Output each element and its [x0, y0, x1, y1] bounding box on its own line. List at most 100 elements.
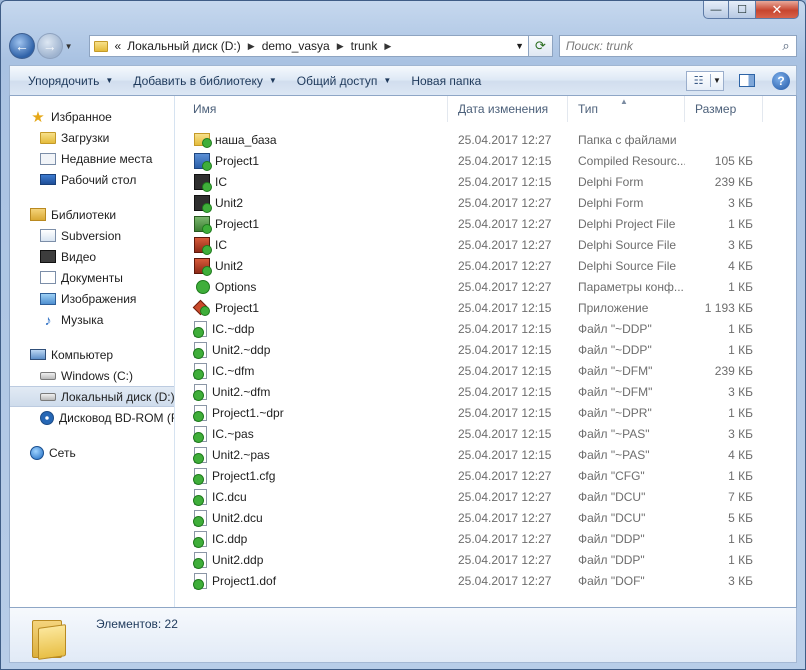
file-name-cell[interactable]: Unit2: [175, 257, 448, 276]
table-row[interactable]: Unit2 25.04.2017 12:27 Delphi Source File 4…: [175, 255, 796, 276]
table-row[interactable]: Project1.dof 25.04.2017 12:27 Файл "DOF" 3 …: [175, 570, 796, 591]
windows-drive-icon: [40, 371, 56, 380]
documents-library-icon: [40, 271, 56, 284]
forward-button[interactable]: →: [36, 33, 63, 59]
recent-pages-dropdown[interactable]: ▼: [65, 42, 79, 51]
table-row[interactable]: IC.~pas 25.04.2017 12:15 Файл "~PAS" 3 КБ: [175, 423, 796, 444]
file-name-cell[interactable]: наша_база: [175, 133, 448, 148]
file-name-cell[interactable]: IC.dcu: [175, 488, 448, 506]
help-button[interactable]: ?: [770, 71, 796, 91]
file-name-cell[interactable]: IC.ddp: [175, 530, 448, 548]
chevron-down-icon[interactable]: ▼: [711, 76, 723, 85]
table-row[interactable]: IC 25.04.2017 12:27 Delphi Source File 3 КБ: [175, 234, 796, 255]
organize-button[interactable]: Упорядочить ▼: [18, 66, 123, 95]
table-row[interactable]: Project1.~dpr 25.04.2017 12:15 Файл "~DPR"…: [175, 402, 796, 423]
file-name-cell[interactable]: Project1: [175, 215, 448, 234]
nav-item-pictures[interactable]: Изображения: [10, 288, 174, 309]
table-row[interactable]: Project1.cfg 25.04.2017 12:27 Файл "CFG" 1 …: [175, 465, 796, 486]
nav-item-video[interactable]: Видео: [10, 246, 174, 267]
nav-libraries[interactable]: Библиотеки: [10, 204, 174, 225]
column-header-date[interactable]: Дата изменения: [448, 96, 568, 122]
file-name-cell[interactable]: IC: [175, 173, 448, 192]
table-row[interactable]: Project1 25.04.2017 12:15 Приложение 1 193 …: [175, 297, 796, 318]
file-type: Файл "~PAS": [578, 426, 650, 441]
share-button[interactable]: Общий доступ ▼: [287, 66, 402, 95]
nav-computer[interactable]: Компьютер: [10, 344, 174, 365]
table-row[interactable]: Unit2.ddp 25.04.2017 12:27 Файл "DDP" 1 КБ: [175, 549, 796, 570]
nav-network[interactable]: Сеть: [10, 442, 174, 463]
file-list: Имя Дата изменения ▲ Тип Размер наша_баз…: [175, 96, 796, 607]
table-row[interactable]: Unit2.~ddp 25.04.2017 12:15 Файл "~DDP" 1 К…: [175, 339, 796, 360]
breadcrumb-segment[interactable]: Локальный диск (D:): [124, 36, 244, 56]
file-name-cell[interactable]: IC.~pas: [175, 425, 448, 443]
file-date: 25.04.2017 12:15: [458, 153, 552, 168]
file-name-cell[interactable]: IC.~ddp: [175, 320, 448, 338]
nav-item-subversion[interactable]: Subversion: [10, 225, 174, 246]
nav-item-downloads[interactable]: Загрузки: [10, 127, 174, 148]
table-row[interactable]: Project1 25.04.2017 12:15 Compiled Resourc…: [175, 150, 796, 171]
file-name-cell[interactable]: Unit2.dcu: [175, 509, 448, 527]
file-name-cell[interactable]: Project1.dof: [175, 572, 448, 590]
search-input[interactable]: [565, 39, 776, 53]
maximize-button[interactable]: ☐: [729, 1, 755, 19]
breadcrumb-chevron-icon[interactable]: ▶: [244, 41, 259, 52]
file-name-cell[interactable]: Unit2: [175, 194, 448, 213]
file-size: 1 КБ: [728, 321, 753, 336]
breadcrumb-segment[interactable]: demo_vasya: [259, 36, 333, 56]
column-header-type[interactable]: ▲ Тип: [568, 96, 685, 122]
file-name-cell[interactable]: IC: [175, 236, 448, 255]
change-view-button[interactable]: ☷ ▼: [686, 70, 724, 91]
file-name-cell[interactable]: Project1: [175, 300, 448, 316]
table-row[interactable]: IC.dcu 25.04.2017 12:27 Файл "DCU" 7 КБ: [175, 486, 796, 507]
table-row[interactable]: IC.ddp 25.04.2017 12:27 Файл "DDP" 1 КБ: [175, 528, 796, 549]
chevron-down-icon: ▼: [105, 76, 114, 85]
search-icon[interactable]: ⌕: [776, 38, 796, 54]
nav-item-bd-rom[interactable]: Дисковод BD-ROM (F: [10, 407, 174, 428]
column-header-size[interactable]: Размер: [685, 96, 763, 122]
table-row[interactable]: IC.~ddp 25.04.2017 12:15 Файл "~DDP" 1 КБ: [175, 318, 796, 339]
breadcrumb-chevron-icon[interactable]: ▶: [380, 41, 395, 52]
new-folder-button[interactable]: Новая папка: [401, 66, 491, 95]
file-name-cell[interactable]: Unit2.~pas: [175, 446, 448, 464]
file-name-cell[interactable]: Unit2.~dfm: [175, 383, 448, 401]
close-button[interactable]: ✕: [755, 1, 799, 19]
table-row[interactable]: IC 25.04.2017 12:15 Delphi Form 239 КБ: [175, 171, 796, 192]
table-row[interactable]: Unit2.~pas 25.04.2017 12:15 Файл "~PAS" 4 К…: [175, 444, 796, 465]
nav-item-drive-c[interactable]: Windows (C:): [10, 365, 174, 386]
file-name-cell[interactable]: Options: [175, 279, 448, 295]
column-label: Имя: [193, 102, 217, 116]
table-row[interactable]: наша_база 25.04.2017 12:27 Папка с файлами: [175, 129, 796, 150]
add-to-library-button[interactable]: Добавить в библиотеку ▼: [123, 66, 286, 95]
preview-pane-button[interactable]: [734, 71, 760, 91]
column-header-name[interactable]: Имя: [175, 96, 448, 122]
video-library-icon: [40, 250, 56, 263]
address-bar[interactable]: « Локальный диск (D:) ▶ demo_vasya ▶ tru…: [88, 35, 530, 57]
table-row[interactable]: Unit2.~dfm 25.04.2017 12:15 Файл "~DFM" 3 К…: [175, 381, 796, 402]
file-name-cell[interactable]: Project1.~dpr: [175, 404, 448, 422]
nav-item-music[interactable]: ♪ Музыка: [10, 309, 174, 330]
file-name-cell[interactable]: Unit2.ddp: [175, 551, 448, 569]
table-row[interactable]: Project1 25.04.2017 12:27 Delphi Project F…: [175, 213, 796, 234]
address-history-dropdown[interactable]: ▼: [510, 36, 528, 56]
minimize-button[interactable]: —: [703, 1, 729, 19]
refresh-button[interactable]: ⟳: [529, 35, 553, 57]
file-name-cell[interactable]: Unit2.~ddp: [175, 341, 448, 359]
table-row[interactable]: IC.~dfm 25.04.2017 12:15 Файл "~DFM" 239 КБ: [175, 360, 796, 381]
table-row[interactable]: Unit2 25.04.2017 12:27 Delphi Form 3 КБ: [175, 192, 796, 213]
table-row[interactable]: Options 25.04.2017 12:27 Параметры конф...…: [175, 276, 796, 297]
nav-item-recent-places[interactable]: Недавние места: [10, 148, 174, 169]
file-name-cell[interactable]: IC.~dfm: [175, 362, 448, 380]
file-size: 4 КБ: [728, 447, 753, 462]
back-button[interactable]: ←: [9, 33, 35, 59]
nav-item-documents[interactable]: Документы: [10, 267, 174, 288]
file-name-cell[interactable]: Project1.cfg: [175, 467, 448, 485]
nav-label: Библиотеки: [51, 207, 117, 222]
table-row[interactable]: Unit2.dcu 25.04.2017 12:27 Файл "DCU" 5 КБ: [175, 507, 796, 528]
nav-favorites[interactable]: ★ Избранное: [10, 106, 174, 127]
breadcrumb-segment[interactable]: trunk: [348, 36, 381, 56]
file-name-cell[interactable]: Project1: [175, 152, 448, 171]
nav-item-desktop[interactable]: Рабочий стол: [10, 169, 174, 190]
breadcrumb-chevron-icon[interactable]: ▶: [333, 41, 348, 52]
address-overflow[interactable]: «: [112, 36, 125, 56]
nav-item-drive-d[interactable]: Локальный диск (D:): [10, 386, 174, 407]
